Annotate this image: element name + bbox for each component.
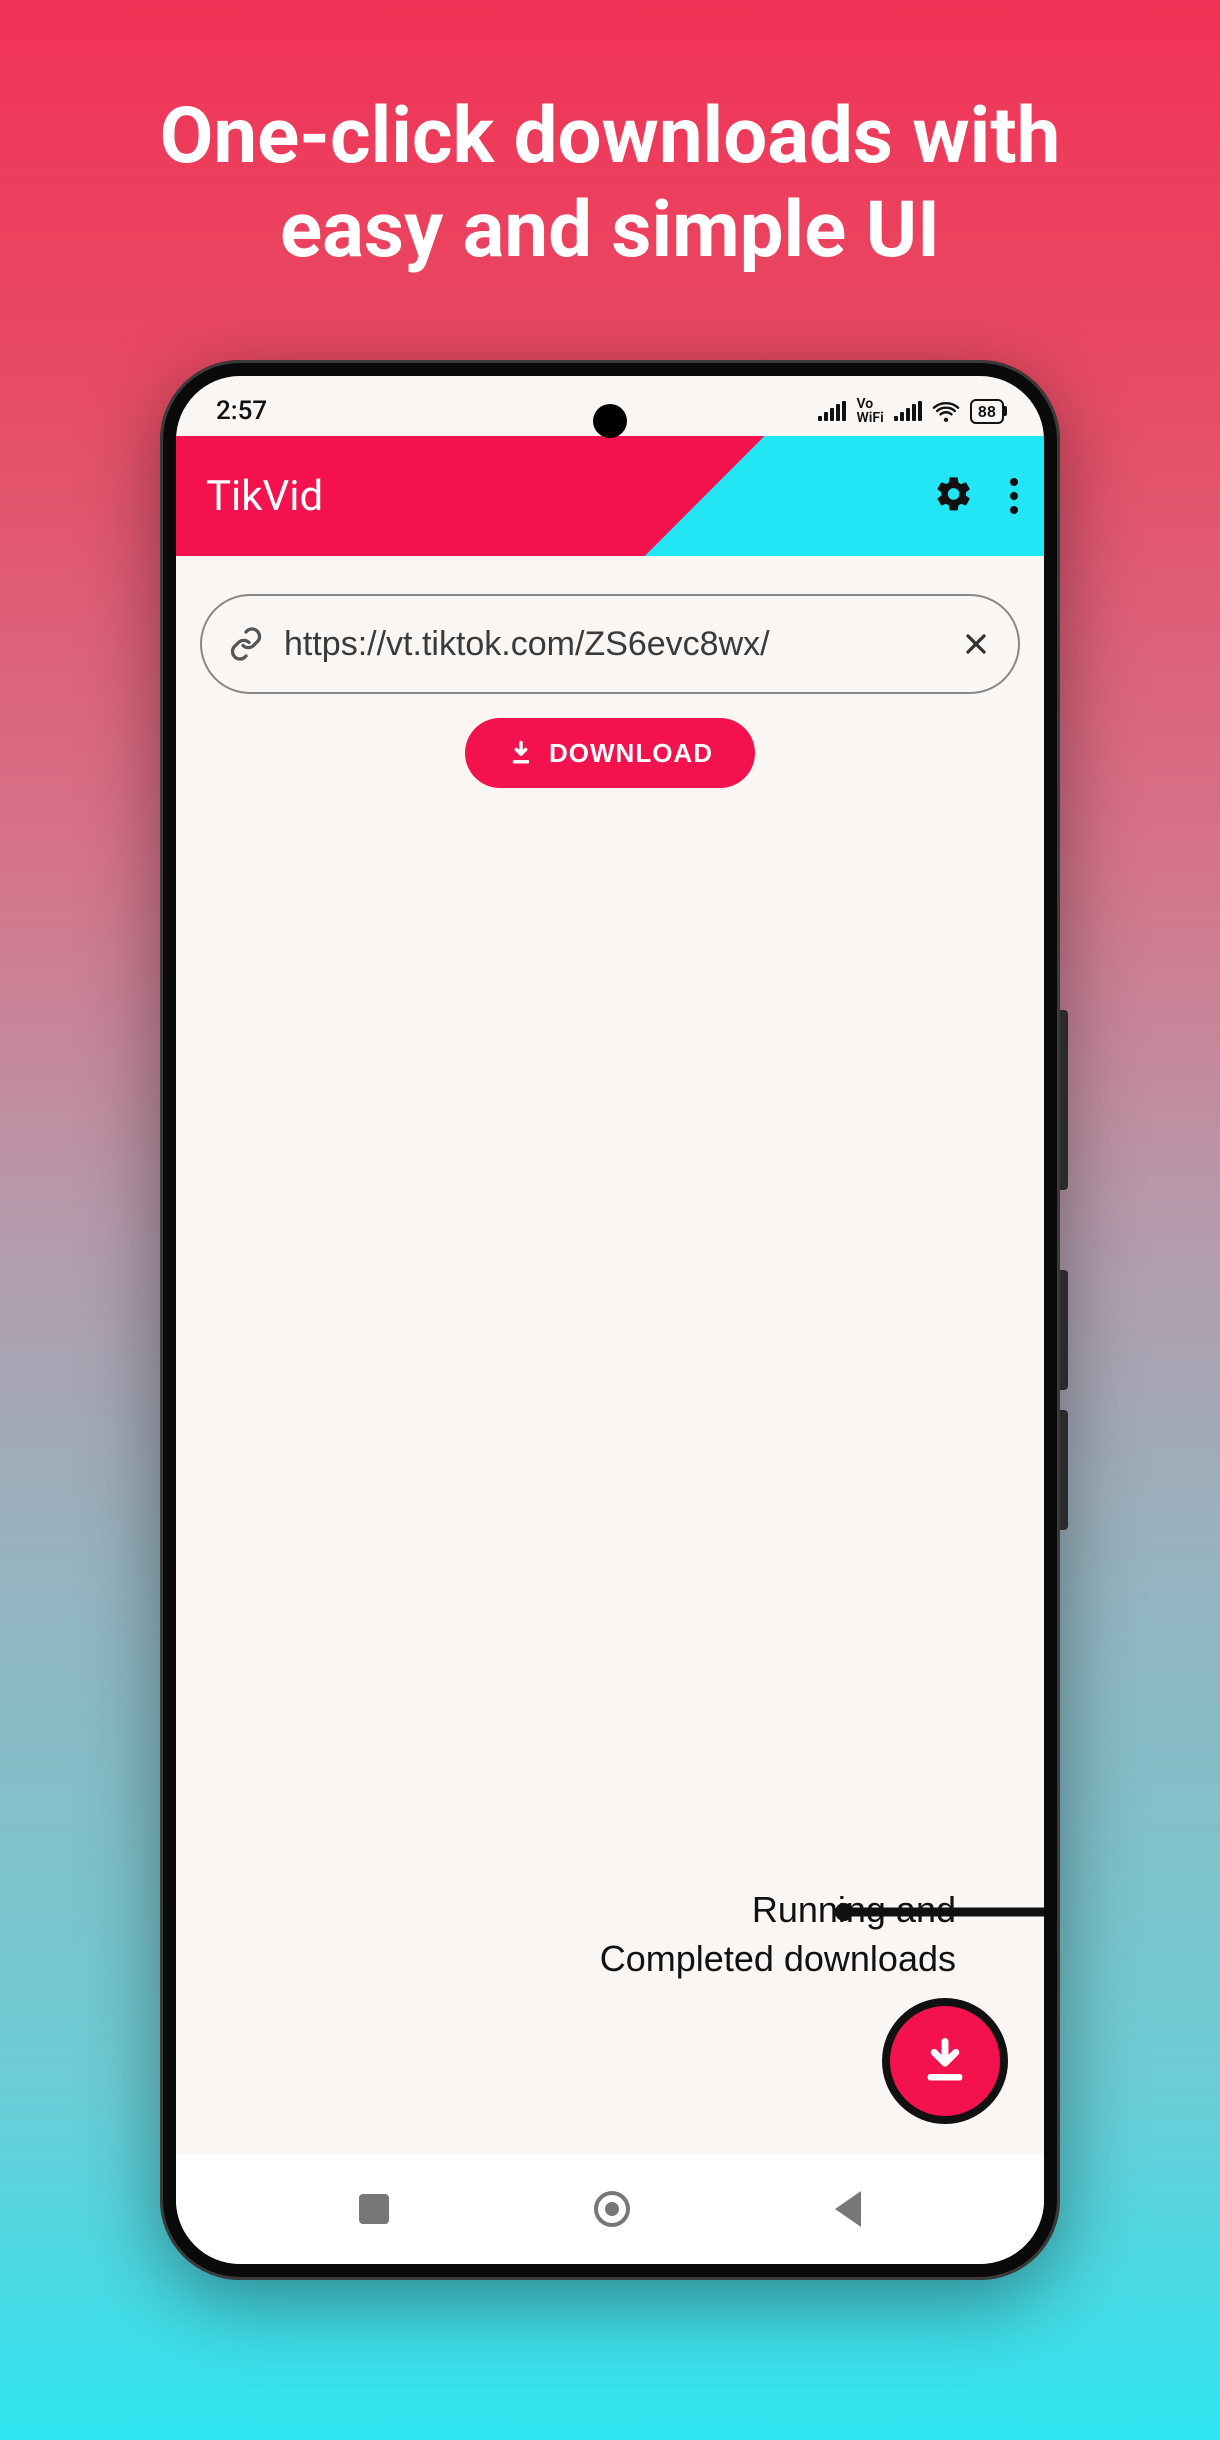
battery-indicator: 88 (970, 399, 1004, 424)
url-input[interactable] (284, 625, 940, 664)
signal-icon-2 (894, 401, 922, 421)
app-title: TikVid (206, 472, 323, 521)
callout-annotation: Running and Completed downloads (456, 1886, 956, 1983)
headline-line1: One-click downloads with (160, 91, 1061, 182)
more-menu-icon[interactable] (1010, 478, 1018, 514)
status-time: 2:57 (216, 396, 267, 426)
download-button-label: DOWNLOAD (549, 738, 713, 769)
promo-headline: One-click downloads with easy and simple… (0, 0, 1220, 277)
camera-hole (593, 404, 627, 438)
phone-side-buttons (1060, 1010, 1068, 1550)
status-indicators: VoWiFi 88 (818, 397, 1004, 425)
signal-icon-1 (818, 401, 846, 421)
clear-icon[interactable] (960, 628, 992, 660)
headline-line2: easy and simple UI (280, 185, 940, 276)
phone-frame: 2:57 VoWiFi 88 T (160, 360, 1060, 2280)
wifi-icon (932, 400, 960, 422)
download-icon (507, 739, 535, 767)
vo-wifi-label: VoWiFi (856, 397, 883, 425)
content-area: DOWNLOAD (176, 556, 1044, 788)
nav-recent-button[interactable] (359, 2194, 389, 2224)
app-header: TikVid (176, 436, 1044, 556)
nav-home-button[interactable] (594, 2191, 630, 2227)
download-button[interactable]: DOWNLOAD (465, 718, 755, 788)
settings-icon[interactable] (934, 474, 974, 518)
link-icon (228, 626, 264, 662)
phone-screen: 2:57 VoWiFi 88 T (176, 376, 1044, 2264)
url-input-field[interactable] (200, 594, 1020, 694)
callout-connector (834, 1902, 1044, 2222)
